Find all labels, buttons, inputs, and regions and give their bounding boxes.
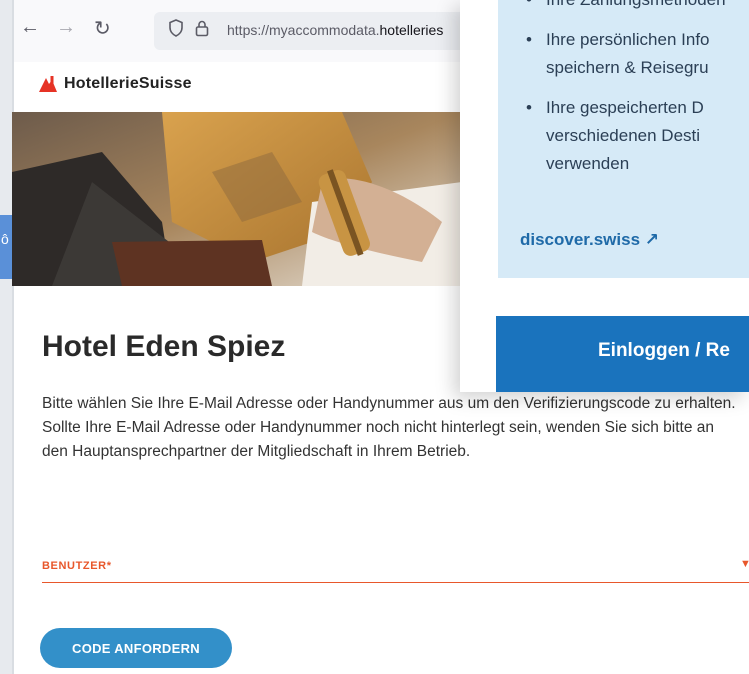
forward-arrow-icon[interactable]: → [56,16,76,39]
side-tab-icon: ô [1,231,9,247]
info-panel: •Ihre Zahlungsmethoden •Ihre persönliche… [498,0,749,278]
shield-icon[interactable] [168,19,184,42]
brand-logo-icon [39,76,57,92]
benefit-list: •Ihre Zahlungsmethoden •Ihre persönliche… [520,0,749,190]
brand-logo: HotellerieSuisse [38,72,192,96]
lock-icon[interactable] [194,19,210,42]
url-text[interactable]: https://myaccommodata.hotelleries [227,22,443,38]
list-item: •Ihre Zahlungsmethoden [520,0,749,14]
discover-swiss-link[interactable]: discover.swiss ↗ [520,230,659,250]
intro-text: Bitte wählen Sie Ihre E-Mail Adresse ode… [42,395,736,460]
overlay-window: •Ihre Zahlungsmethoden •Ihre persönliche… [460,0,749,392]
hero-image [12,112,462,286]
list-item: • Ihre gespeicherten D [526,98,704,117]
dropdown-arrow-icon[interactable]: ▼ [740,558,749,570]
reload-icon[interactable]: ↻ [94,16,111,41]
list-item-continuation: verwenden [546,154,630,173]
login-register-button[interactable]: Einloggen / Re [496,316,749,392]
list-item-continuation: verschiedenen Desti [546,126,701,145]
list-item-continuation: speichern & Reisegru [546,58,709,77]
user-field-label: BENUTZER* [42,560,112,572]
login-register-label: Einloggen / Re [598,340,730,361]
brand-name: HotellerieSuisse [64,75,192,92]
back-arrow-icon[interactable]: ← [20,16,40,39]
user-select[interactable] [42,582,749,583]
background-window-edge [0,0,12,674]
request-code-button[interactable]: CODE ANFORDERN [40,628,232,668]
hotel-title: Hotel Eden Spiez [42,330,286,363]
list-item: • Ihre persönlichen Info [526,30,710,49]
background-window-strip [0,0,14,674]
